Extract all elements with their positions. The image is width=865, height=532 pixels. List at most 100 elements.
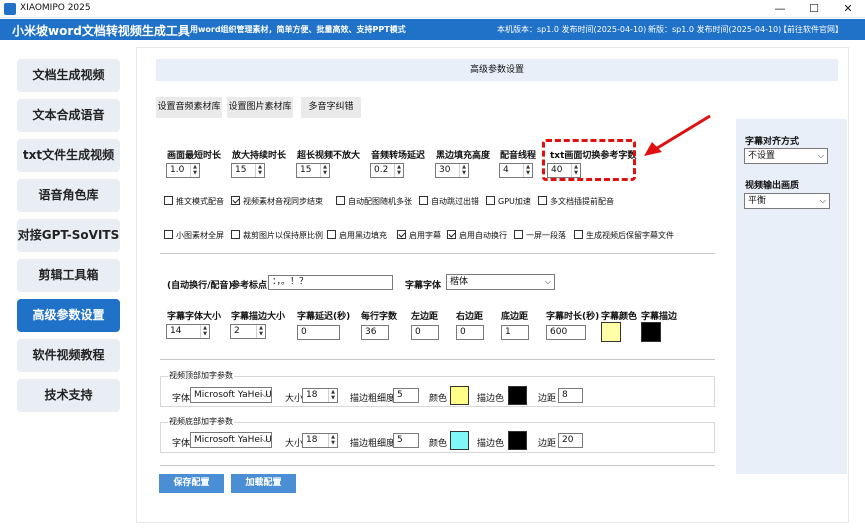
bottom-font-select[interactable]: Microsoft YaHei U ⌵ [190, 432, 272, 448]
tab-polyphone-fix[interactable]: 多音字纠错 [301, 97, 361, 118]
checkbox-auto-wrap[interactable]: 启用自动换行 [447, 230, 507, 241]
sidebar-item-edit-toolbox[interactable]: 剪辑工具箱 [17, 259, 120, 292]
checkbox-box-checked[interactable] [231, 196, 240, 205]
subtitle-font-select[interactable]: 楷体 ⌵ [446, 274, 555, 290]
checkbox-box[interactable] [164, 196, 173, 205]
checkbox-black-fill[interactable]: 启用黑边填充 [327, 230, 387, 241]
maximize-button[interactable]: ☐ [797, 0, 831, 18]
subtitle-size-stepper[interactable]: 14 ▲ ▼ [166, 324, 210, 339]
subtitle-color-swatch[interactable] [601, 322, 621, 342]
bottom-text-group-title: 视频底部加字参数 [168, 416, 234, 427]
checkbox-box[interactable] [514, 230, 523, 239]
app-icon [4, 3, 16, 15]
checkbox-box-checked[interactable] [397, 230, 406, 239]
load-config-button[interactable]: 加载配置 [231, 474, 296, 493]
stepper-arrows-icon[interactable]: ▲ ▼ [256, 325, 265, 338]
checkbox-skip-errors[interactable]: 自动跳过出错 [419, 196, 479, 207]
sidebar-item-advanced-settings[interactable]: 高级参数设置 [17, 299, 120, 332]
checkbox-box-checked[interactable] [447, 230, 456, 239]
sidebar-item-voice-library[interactable]: 语音角色库 [17, 179, 120, 212]
checkbox-box[interactable] [164, 230, 173, 239]
sidebar-item-text-to-speech[interactable]: 文本合成语音 [17, 99, 120, 132]
stepper-arrows-icon[interactable]: ▲ ▼ [459, 164, 468, 177]
top-color-swatch[interactable] [450, 386, 469, 405]
param-label-voice-threads: 配音线程 [500, 151, 537, 161]
save-config-button[interactable]: 保存配置 [159, 474, 224, 493]
subtitle-delay-input[interactable]: 0 [297, 325, 340, 340]
checkbox-box[interactable] [574, 230, 583, 239]
app-brand: 小米坡word文档转视频生成工具 [12, 24, 190, 38]
tab-image-library[interactable]: 设置图片素材库 [227, 97, 293, 118]
checkbox-box[interactable] [538, 196, 547, 205]
checkbox-crop-keep-ratio[interactable]: 裁剪图片以保持原比例 [231, 230, 323, 241]
zoom-duration-stepper[interactable]: 15 ▲ ▼ [231, 163, 265, 178]
checkbox-random-images[interactable]: 自动配图随机多张 [336, 196, 412, 207]
stepper-arrows-icon[interactable]: ▲ ▼ [200, 325, 209, 338]
align-select[interactable]: 不设置 ⌵ [744, 148, 828, 164]
checkbox-multi-doc-voice[interactable]: 多文档插提前配音 [538, 196, 614, 207]
checkbox-box[interactable] [327, 230, 336, 239]
top-text-group-title: 视频顶部加字参数 [168, 370, 234, 381]
tab-audio-library[interactable]: 设置音频素材库 [156, 97, 222, 118]
voice-threads-stepper[interactable]: 4 ▲ ▼ [499, 163, 533, 178]
left-margin-input[interactable]: 0 [411, 325, 439, 340]
app-slogan: 用word组织管理素材，简单方便、批量高效、支持PPT模式 [190, 25, 406, 34]
stepper-arrows-icon[interactable]: ▲ ▼ [394, 164, 403, 177]
chars-per-line-label: 每行字数 [361, 312, 398, 322]
stepper-arrows-icon[interactable]: ▲ ▼ [255, 164, 264, 177]
quality-select[interactable]: 平衡 ⌵ [744, 193, 830, 209]
checkbox-box[interactable] [336, 196, 345, 205]
sidebar-item-tech-support[interactable]: 技术支持 [17, 379, 120, 412]
audio-delay-stepper[interactable]: 0.2 ▲ ▼ [370, 163, 404, 178]
checkbox-narration-mode[interactable]: 推文模式配音 [164, 196, 224, 207]
checkbox-gpu-accel[interactable]: GPU加速 [486, 196, 531, 207]
top-stroke-color-swatch[interactable] [508, 386, 527, 405]
subtitle-stroke-label: 字幕描边 [641, 312, 678, 322]
bottom-color-label: 颜色 [429, 439, 448, 449]
sidebar-item-gpt-sovits[interactable]: 对接GPT-SoVITS [17, 219, 120, 252]
black-fill-stepper[interactable]: 30 ▲ ▼ [435, 163, 469, 178]
bottom-stroke-color-swatch[interactable] [508, 431, 527, 450]
stepper-arrows-icon[interactable]: ▲ ▼ [328, 434, 337, 447]
chevron-down-icon: ⌵ [819, 196, 826, 205]
stepper-arrows-icon[interactable]: ▲ ▼ [328, 389, 337, 402]
sidebar-item-video-tutorial[interactable]: 软件视频教程 [17, 339, 120, 372]
sidebar-item-doc-to-video[interactable]: 文档生成视频 [17, 59, 120, 92]
checkbox-enable-subtitles[interactable]: 启用字幕 [397, 230, 441, 241]
subtitle-stroke-size-stepper[interactable]: 2 ▲ ▼ [230, 324, 266, 339]
bottom-margin-input[interactable]: 1 [501, 325, 529, 340]
long-video-stepper[interactable]: 15 ▲ ▼ [296, 163, 330, 178]
bottom-margin-input[interactable]: 20 [558, 433, 583, 448]
checkbox-av-sync-end[interactable]: 视频素材音视同步结束 [231, 196, 323, 207]
checkbox-box[interactable] [486, 196, 495, 205]
subtitle-stroke-swatch[interactable] [641, 322, 661, 342]
checkbox-box[interactable] [231, 230, 240, 239]
checkbox-box[interactable] [419, 196, 428, 205]
bottom-size-stepper[interactable]: 18 ▲ ▼ [302, 433, 338, 448]
local-version: 本机版本：sp1.0 发布时间(2025-04-10) [497, 25, 647, 34]
subtitle-duration-input[interactable]: 600 [546, 325, 586, 340]
minimize-button[interactable]: — [763, 0, 797, 18]
divider [160, 359, 715, 360]
min-duration-stepper[interactable]: 1.0 ▲ ▼ [166, 163, 200, 178]
bottom-color-swatch[interactable] [450, 431, 469, 450]
right-margin-input[interactable]: 0 [456, 325, 484, 340]
sidebar-item-txt-to-video[interactable]: txt文件生成视频 [17, 139, 120, 172]
stepper-arrows-icon[interactable]: ▲ ▼ [320, 164, 329, 177]
punct-input[interactable]: ：，。！？ [268, 275, 393, 290]
top-stroke-width-input[interactable]: 5 [393, 388, 419, 403]
left-margin-label: 左边距 [411, 312, 439, 322]
website-link[interactable]: 【前往软件官网】 [779, 24, 843, 35]
top-margin-input[interactable]: 8 [558, 388, 583, 403]
checkbox-small-fullscreen[interactable]: 小图素材全屏 [164, 230, 224, 241]
close-button[interactable]: ✕ [831, 0, 865, 18]
top-size-stepper[interactable]: 18 ▲ ▼ [302, 388, 338, 403]
top-font-select[interactable]: Microsoft YaHei U ⌵ [190, 387, 272, 403]
bottom-size-label: 大小 [285, 439, 304, 449]
stepper-arrows-icon[interactable]: ▲ ▼ [190, 164, 199, 177]
bottom-stroke-width-input[interactable]: 5 [393, 433, 419, 448]
checkbox-one-paragraph[interactable]: 一屏一段落 [514, 230, 566, 241]
checkbox-keep-subtitle-file[interactable]: 生成视频后保留字幕文件 [574, 230, 674, 241]
chars-per-line-input[interactable]: 36 [361, 325, 389, 340]
stepper-arrows-icon[interactable]: ▲ ▼ [523, 164, 532, 177]
